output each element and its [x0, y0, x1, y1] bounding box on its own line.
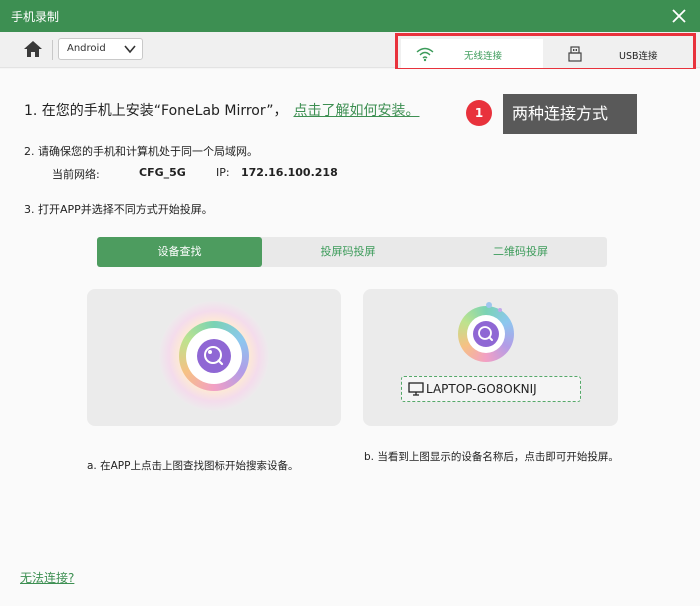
step-2-text: 2. 请确保您的手机和计算机处于同一个局域网。	[24, 145, 258, 158]
step-1-text: 1. 在您的手机上安装“FoneLab Mirror”，	[24, 103, 288, 119]
search-button	[197, 339, 231, 373]
search-ring-small	[458, 302, 514, 362]
cast-mode-tabs: 设备查找 投屏码投屏 二维码投屏	[97, 237, 607, 267]
tab-usb[interactable]: USB连接	[546, 39, 692, 68]
network-value: CFG_5G	[139, 166, 186, 179]
chevron-down-icon	[124, 45, 136, 54]
ip-label: IP:	[216, 166, 230, 179]
wifi-icon	[416, 47, 434, 62]
description-b: b. 当看到上图显示的设备名称后，点击即可开始投屏。	[364, 451, 619, 463]
device-name-item: LAPTOP-GO8OKNIJ	[401, 376, 581, 402]
search-button-small	[473, 321, 499, 347]
platform-select-value: Android	[67, 43, 106, 54]
device-name: LAPTOP-GO8OKNIJ	[426, 382, 537, 396]
tab-device-search[interactable]: 设备查找	[97, 237, 262, 267]
description-a: a. 在APP上点击上图查找图标开始搜索设备。	[87, 460, 299, 472]
tab-usb-label: USB连接	[619, 51, 658, 62]
network-label: 当前网络:	[52, 168, 100, 181]
step-1: 1. 在您的手机上安装“FoneLab Mirror”， 点击了解如何安装。	[24, 100, 419, 120]
step-3-text: 3. 打开APP并选择不同方式开始投屏。	[24, 203, 213, 216]
search-illustration-card	[87, 289, 341, 426]
search-icon	[478, 326, 493, 341]
usb-icon	[568, 46, 582, 62]
annotation-badge: 1	[466, 100, 492, 126]
home-icon[interactable]	[22, 39, 44, 59]
search-icon	[204, 346, 224, 366]
connection-type-tabs: 无线连接 USB连接	[395, 33, 696, 71]
annotation-callout: 两种连接方式	[503, 94, 637, 134]
toolbar-divider	[52, 40, 53, 60]
platform-select[interactable]: Android	[58, 38, 143, 60]
close-icon[interactable]	[668, 5, 690, 27]
ring-sparkle	[486, 302, 492, 308]
device-illustration-card: LAPTOP-GO8OKNIJ	[363, 289, 618, 426]
ip-value: 172.16.100.218	[241, 166, 338, 179]
install-guide-link[interactable]: 点击了解如何安装。	[293, 103, 419, 119]
monitor-icon	[408, 382, 424, 396]
search-ring	[159, 301, 269, 411]
tab-cast-code[interactable]: 投屏码投屏	[262, 237, 434, 267]
cant-connect-link[interactable]: 无法连接?	[20, 569, 74, 586]
tab-wireless-label: 无线连接	[464, 51, 503, 62]
title-bar: 手机录制	[0, 0, 700, 32]
window-title: 手机录制	[11, 10, 60, 24]
tab-qr-code[interactable]: 二维码投屏	[434, 237, 607, 267]
ring-sparkle	[498, 308, 502, 312]
tab-wireless[interactable]: 无线连接	[401, 39, 543, 68]
